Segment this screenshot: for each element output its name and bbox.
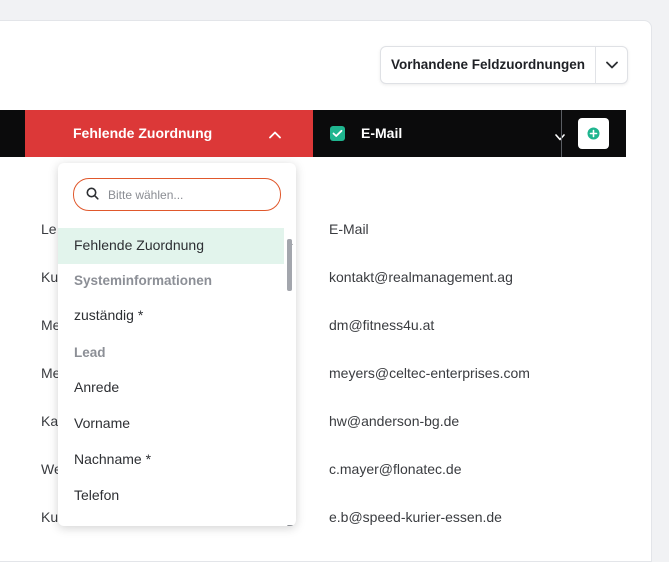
- cell-email: meyers@celtec-enterprises.com: [329, 365, 530, 381]
- group-header-system: Systeminformationen: [74, 273, 213, 288]
- email-column-header[interactable]: E-Mail: [313, 110, 565, 157]
- scrollbar-thumb[interactable]: [287, 239, 292, 291]
- cell-email: e.b@speed-kurier-essen.de: [329, 509, 502, 525]
- group-header-lead: Lead: [74, 345, 106, 360]
- check-icon[interactable]: [330, 126, 345, 141]
- option-label: Fehlende Zuordnung: [74, 237, 204, 253]
- cell-left: Le: [41, 221, 57, 237]
- chevron-down-icon[interactable]: [555, 128, 565, 146]
- option-salutation[interactable]: Anrede: [58, 370, 284, 406]
- option-label: Nachname *: [74, 451, 152, 467]
- option-first-name[interactable]: Vorname: [58, 406, 284, 442]
- email-column-label: E-Mail: [361, 125, 403, 141]
- cell-left: Me: [41, 317, 59, 333]
- cell-left: Ku: [41, 269, 59, 285]
- cell-email: c.mayer@flonatec.de: [329, 461, 462, 477]
- dropdown-scrollbar[interactable]: [286, 233, 294, 526]
- chevron-down-icon[interactable]: [596, 47, 627, 83]
- option-label: zuständig *: [74, 307, 144, 323]
- missing-mapping-column-header[interactable]: Fehlende Zuordnung: [25, 110, 313, 157]
- chevron-up-icon[interactable]: [269, 126, 281, 142]
- option-label: Telefon: [74, 487, 120, 503]
- column-header-bar: Fehlende Zuordnung E-Mail: [0, 110, 626, 157]
- cell-email: kontakt@realmanagement.ag: [329, 269, 513, 285]
- dropdown-search[interactable]: [73, 178, 281, 211]
- scroll-down-arrow-icon[interactable]: [286, 517, 294, 526]
- option-responsible[interactable]: zuständig *: [58, 298, 284, 334]
- plus-circle-icon: [587, 127, 600, 140]
- existing-mappings-label[interactable]: Vorhandene Feldzuordnungen: [381, 47, 596, 83]
- option-label: Anrede: [74, 379, 120, 395]
- add-column-button[interactable]: [578, 118, 609, 149]
- option-label: Vorname: [74, 415, 131, 431]
- cell-email: dm@fitness4u.at: [329, 317, 435, 333]
- cell-email: hw@anderson-bg.de: [329, 413, 460, 429]
- cell-left: Me: [41, 365, 59, 381]
- option-phone[interactable]: Telefon: [58, 478, 284, 514]
- option-last-name[interactable]: Nachname *: [58, 442, 284, 478]
- missing-mapping-label: Fehlende Zuordnung: [73, 125, 213, 141]
- field-select-dropdown: Fehlende Zuordnung Systeminformationen z…: [58, 163, 296, 526]
- cell-email: E-Mail: [329, 221, 369, 237]
- cell-left: We: [41, 461, 59, 477]
- option-missing-mapping[interactable]: Fehlende Zuordnung: [58, 228, 284, 264]
- cell-left: Ku: [41, 509, 59, 525]
- cell-left: Ka: [41, 413, 59, 429]
- existing-mappings-button[interactable]: Vorhandene Feldzuordnungen: [380, 46, 628, 84]
- search-icon: [86, 187, 99, 205]
- search-input[interactable]: [106, 184, 275, 206]
- column-divider: [561, 110, 562, 157]
